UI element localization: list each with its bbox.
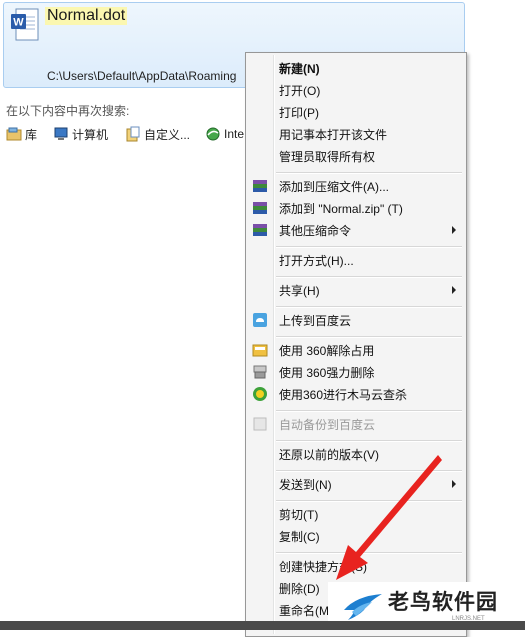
menu-item-label: 添加到压缩文件(A)... xyxy=(279,180,389,194)
menu-item-open-with[interactable]: 打开方式(H)... xyxy=(248,249,464,271)
menu-item-label: 打开方式(H)... xyxy=(279,254,354,268)
search-locations: 库 计算机 自定义... Inte xyxy=(6,124,256,144)
taskbar-strip xyxy=(0,621,525,630)
menu-separator xyxy=(276,470,462,472)
unlock-360-icon xyxy=(252,344,268,357)
menu-item-print[interactable]: 打印(P) xyxy=(248,101,464,123)
menu-item-create-shortcut[interactable]: 创建快捷方式(S) xyxy=(248,555,464,577)
menu-item-take-ownership[interactable]: 管理员取得所有权 xyxy=(248,145,464,167)
menu-separator xyxy=(276,336,462,338)
menu-separator xyxy=(276,276,462,278)
baidu-cloud-icon xyxy=(253,313,267,327)
menu-item-copy[interactable]: 复制(C) xyxy=(248,525,464,547)
menu-separator xyxy=(276,246,462,248)
library-icon xyxy=(6,127,22,141)
menu-item-label: 添加到 "Normal.zip" (T) xyxy=(279,202,403,216)
menu-item-360-scan[interactable]: 使用360进行木马云查杀 xyxy=(248,383,464,405)
menu-item-add-zip[interactable]: 添加到 "Normal.zip" (T) xyxy=(248,197,464,219)
location-computer[interactable]: 计算机 xyxy=(53,124,108,144)
menu-item-label: 剪切(T) xyxy=(279,508,319,522)
menu-separator xyxy=(276,306,462,308)
menu-item-label: 新建(N) xyxy=(279,62,320,76)
menu-separator xyxy=(276,172,462,174)
menu-item-label: 发送到(N) xyxy=(279,478,332,492)
menu-item-add-archive[interactable]: 添加到压缩文件(A)... xyxy=(248,175,464,197)
context-menu: 新建(N) 打开(O) 打印(P) 用记事本打开该文件 管理员取得所有权 添加到… xyxy=(245,52,467,637)
menu-item-restore-versions[interactable]: 还原以前的版本(V) xyxy=(248,443,464,465)
menu-item-auto-backup: 自动备份到百度云 xyxy=(248,413,464,435)
submenu-arrow-icon xyxy=(452,286,456,294)
winrar-icon xyxy=(253,224,267,236)
submenu-arrow-icon xyxy=(452,226,456,234)
location-label: 自定义... xyxy=(144,127,191,142)
location-library[interactable]: 库 xyxy=(6,124,37,144)
menu-item-other-compress[interactable]: 其他压缩命令 xyxy=(248,219,464,241)
file-path: C:\Users\Default\AppData\Roaming xyxy=(47,69,237,83)
winrar-icon xyxy=(253,202,267,214)
menu-item-label: 用记事本打开该文件 xyxy=(279,128,388,142)
menu-item-label: 打印(P) xyxy=(279,106,319,120)
menu-item-new[interactable]: 新建(N) xyxy=(248,57,464,79)
shred-360-icon xyxy=(253,365,267,379)
menu-item-cut[interactable]: 剪切(T) xyxy=(248,503,464,525)
menu-separator xyxy=(276,552,462,554)
menu-separator xyxy=(276,440,462,442)
menu-item-label: 删除(D) xyxy=(279,582,320,596)
menu-item-label: 重命名(M) xyxy=(279,604,333,618)
location-custom[interactable]: 自定义... xyxy=(125,124,190,144)
menu-item-label: 管理员取得所有权 xyxy=(279,150,376,164)
menu-item-label: 创建快捷方式(S) xyxy=(279,560,367,574)
menu-separator xyxy=(276,410,462,412)
scan-360-icon xyxy=(253,387,267,401)
menu-item-label: 自动备份到百度云 xyxy=(279,418,376,432)
computer-icon xyxy=(54,127,68,140)
svg-text:W: W xyxy=(13,17,24,29)
menu-item-360-delete[interactable]: 使用 360强力删除 xyxy=(248,361,464,383)
winrar-icon xyxy=(253,180,267,192)
watermark-text: 老鸟软件园 xyxy=(388,591,498,614)
location-label: 计算机 xyxy=(72,127,109,142)
menu-item-open-notepad[interactable]: 用记事本打开该文件 xyxy=(248,123,464,145)
menu-item-360-unlock[interactable]: 使用 360解除占用 xyxy=(248,339,464,361)
file-name: Normal.dot xyxy=(45,7,128,25)
custom-folder-icon xyxy=(126,126,140,142)
location-label: 库 xyxy=(25,127,38,142)
menu-item-label: 打开(O) xyxy=(279,84,321,98)
menu-item-share[interactable]: 共享(H) xyxy=(248,279,464,301)
baidu-backup-icon xyxy=(253,417,267,431)
menu-separator xyxy=(276,500,462,502)
menu-item-label: 使用 360强力删除 xyxy=(279,366,375,380)
location-internet[interactable]: Inte xyxy=(205,124,244,144)
menu-item-open[interactable]: 打开(O) xyxy=(248,79,464,101)
submenu-arrow-icon xyxy=(452,480,456,488)
menu-item-label: 上传到百度云 xyxy=(279,314,352,328)
menu-item-label: 复制(C) xyxy=(279,530,320,544)
location-label: Inte xyxy=(224,127,245,141)
menu-item-send-to[interactable]: 发送到(N) xyxy=(248,473,464,495)
search-again-label: 在以下内容中再次搜索: xyxy=(6,104,130,118)
menu-item-label: 还原以前的版本(V) xyxy=(279,448,379,462)
menu-item-label: 共享(H) xyxy=(279,284,320,298)
menu-item-label: 使用 360解除占用 xyxy=(279,344,375,358)
internet-icon xyxy=(206,127,220,141)
menu-item-label: 其他压缩命令 xyxy=(279,224,352,238)
menu-item-upload-baidu[interactable]: 上传到百度云 xyxy=(248,309,464,331)
bird-logo-icon xyxy=(344,594,382,620)
menu-item-label: 使用360进行木马云查杀 xyxy=(279,388,408,402)
word-document-icon: W xyxy=(11,8,39,41)
